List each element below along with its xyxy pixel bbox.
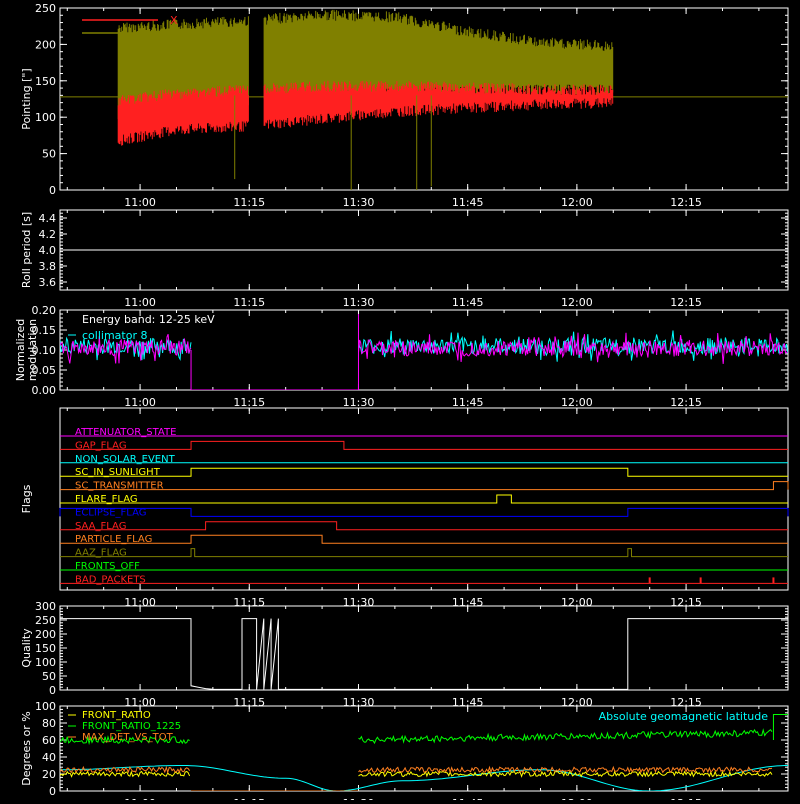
flag-label: ECLIPSE_FLAG [75, 507, 146, 518]
legend-label-X: X [170, 14, 178, 27]
y-tick-label: 0 [49, 184, 56, 197]
series-modulation-1 [60, 332, 788, 364]
y-tick-label: 50 [42, 148, 56, 161]
flag-line-aaz_flag [60, 548, 788, 558]
y-axis-label: Flags [20, 484, 33, 513]
flag-line-flare_flag [60, 494, 788, 504]
y-tick-label: 4.0 [39, 244, 57, 257]
series-front_ratio [60, 770, 773, 778]
y-tick-label: 150 [35, 642, 56, 655]
y-tick-label: 250 [35, 614, 56, 627]
panel-5: 11:0011:1511:3011:4512:0012:150204060801… [20, 700, 789, 804]
x-tick-label: 11:45 [452, 296, 484, 309]
y-tick-label: 40 [42, 751, 56, 764]
x-tick-label: 12:15 [670, 396, 702, 409]
x-tick-label: 12:00 [561, 396, 593, 409]
y-tick-label: 0 [49, 684, 56, 697]
legend-label-Y: Y [169, 27, 177, 40]
x-tick-label: 12:15 [670, 296, 702, 309]
y-tick-label: 200 [35, 38, 56, 51]
y-tick-label: 100 [35, 111, 56, 124]
x-tick-label: 11:15 [233, 196, 265, 209]
legend-label-collimator: collimator 8 [82, 329, 147, 342]
y-tick-label: 150 [35, 75, 56, 88]
flag-label: BAD_PACKETS [75, 574, 146, 585]
y-tick-label: 250 [35, 2, 56, 15]
series-max_det_vs_tot [60, 765, 773, 775]
y-tick-label: 4.4 [39, 212, 57, 225]
y-tick-label: 0.20 [32, 304, 57, 317]
panel-0: 11:00 11:15 11:30 11:45 12:00 12:15 0 50 100 150 2… [20, 2, 789, 209]
y-tick-label: 3.8 [39, 260, 57, 273]
y-tick-label: 100 [35, 700, 56, 713]
flag-label: GAP_FLAG [75, 440, 127, 451]
flag-label: SAA_FLAG [75, 521, 126, 532]
flag-line-sc_in_sunlight [60, 467, 788, 477]
legend-label: FRONT_RATIO_1225 [82, 721, 181, 732]
y-tick-label: 300 [35, 600, 56, 613]
y-tick-label: 0.00 [32, 384, 57, 397]
flag-label: FRONTS_OFF [75, 561, 140, 572]
panel-4: 11:00 11:15 11:30 11:45 12:00 12:150501001502… [20, 600, 789, 709]
y-tick-label: 4.2 [39, 228, 57, 241]
flag-label: ATTENUATOR_STATE [75, 427, 176, 438]
x-tick-label: 11:15 [233, 296, 265, 309]
x-tick-label: 11:00 [124, 296, 156, 309]
series-geomag-latitude [60, 765, 788, 791]
flag-line-gap_flag [60, 440, 788, 450]
chart-stage: 11:00 11:15 11:30 11:45 12:00 12:15 0 50 100 150 2… [0, 0, 800, 804]
x-tick-label: 11:30 [343, 196, 375, 209]
y-tick-label: 60 [42, 734, 56, 747]
y-tick-label: 100 [35, 656, 56, 669]
y-tick-label: 3.6 [39, 276, 57, 289]
y-axis-label: Degrees or % [20, 711, 33, 785]
y-axis-label: Quality [20, 628, 33, 668]
x-tick-label: 11:15 [233, 396, 265, 409]
geomag-annotation: Absolute geomagnetic latitude [599, 710, 769, 723]
flag-label: NON_SOLAR_EVENT [75, 454, 176, 465]
x-tick-label: 11:30 [343, 396, 375, 409]
flag-label: PARTICLE_FLAG [75, 534, 152, 545]
x-tick-label: 12:00 [561, 296, 593, 309]
y-tick-label: 50 [42, 670, 56, 683]
y-axis-label: Pointing ["] [20, 68, 33, 129]
x-tick-label: 12:00 [561, 196, 593, 209]
x-tick-label: 11:45 [452, 196, 484, 209]
panel-2: 11:00 11:15 11:30 11:45 12:00 12:150.000.050.… [14, 304, 789, 409]
flag-line-saa_flag [60, 521, 788, 531]
modulation-gap [190, 314, 359, 390]
flag-line-sc_transmitter [60, 481, 789, 491]
flag-line-particle_flag [60, 534, 788, 544]
x-tick-label: 11:30 [343, 296, 375, 309]
legend-label: FRONT_RATIO [82, 710, 151, 721]
y-axis-label: modulation [26, 319, 39, 381]
x-tick-label: 11:00 [124, 396, 156, 409]
flag-label: SC_IN_SUNLIGHT [75, 467, 161, 478]
y-tick-label: 20 [42, 768, 56, 781]
x-tick-label: 11:00 [124, 196, 156, 209]
y-tick-label: 0 [49, 785, 56, 798]
panel-3: 11:00 11:15 11:30 11:45 12:00 12:15FlagsATTEN… [20, 407, 789, 609]
energy-band-annotation: Energy band: 12-25 keV [82, 313, 215, 326]
legend-label: MAX_DET_VS_TOT [82, 732, 174, 743]
panel-1: 11:00 11:15 11:30 11:45 12:00 12:15 3.6 3.8 4.0 4… [20, 209, 789, 309]
flag-label: AAZ_FLAG [75, 548, 127, 559]
y-tick-label: 200 [35, 628, 56, 641]
flag-label: SC_TRANSMITTER [75, 481, 164, 492]
y-axis-label: Roll period [s] [20, 212, 33, 288]
flag-label: FLARE_FLAG [75, 494, 138, 505]
quality-line [60, 618, 788, 690]
flag-line-eclipse_flag [59, 507, 789, 517]
multi-panel-chart: 11:00 11:15 11:30 11:45 12:00 12:150501001502… [14, 2, 789, 804]
y-tick-label: 80 [42, 717, 56, 730]
x-tick-label: 12:15 [670, 196, 702, 209]
x-tick-label: 11:45 [452, 396, 484, 409]
